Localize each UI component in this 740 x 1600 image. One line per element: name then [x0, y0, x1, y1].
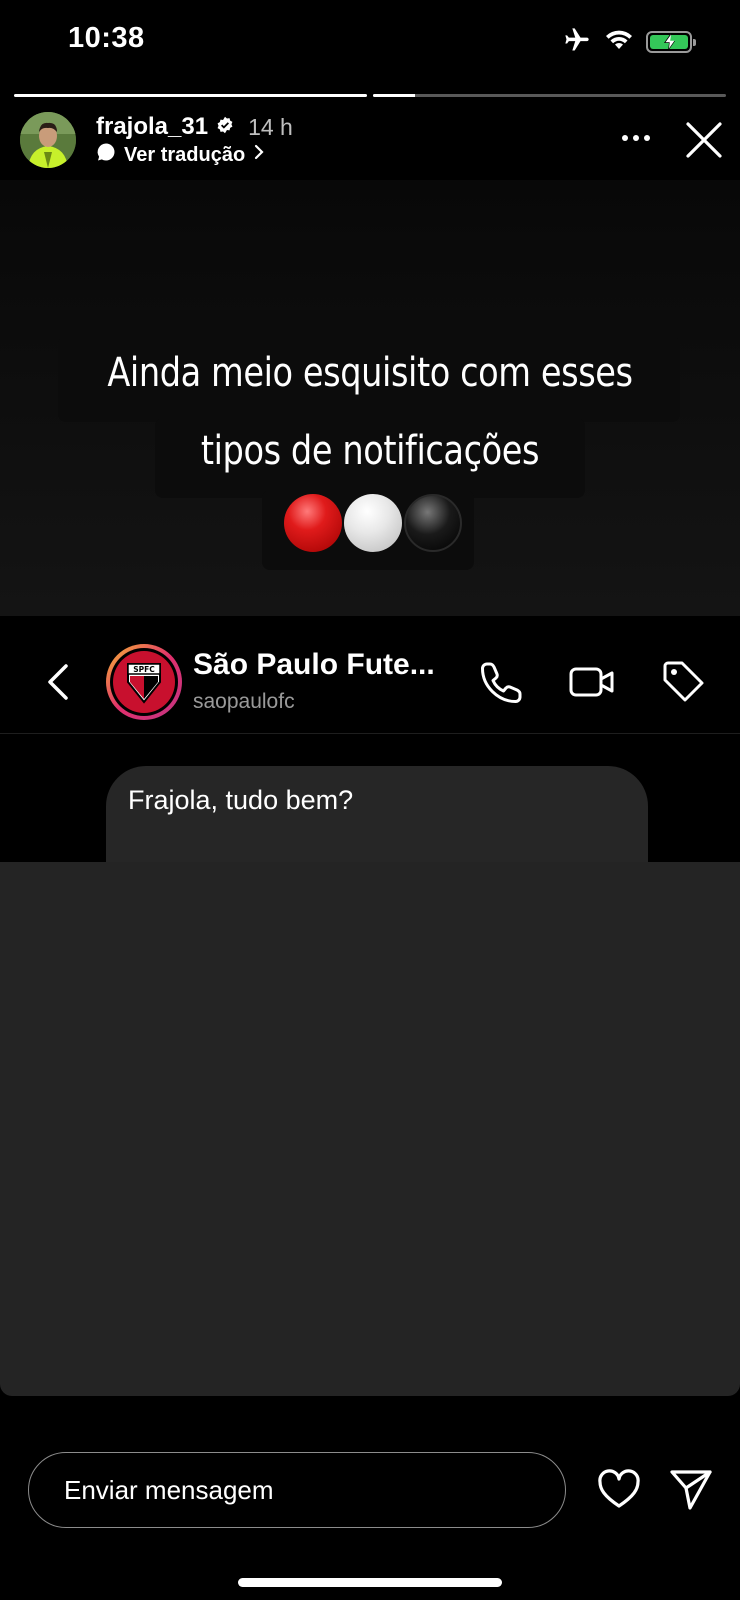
crest-text: SPFC: [133, 665, 155, 674]
emoji-row: [284, 494, 462, 552]
story-progress: [14, 94, 726, 97]
story-caption-line-1: Ainda meio esquisito com esses: [107, 350, 633, 396]
dm-contact-handle: saopaulofc: [193, 690, 295, 713]
heart-icon: [598, 1469, 640, 1508]
black-circle-emoji: [404, 494, 462, 552]
see-translation-label: Ver tradução: [124, 143, 246, 166]
more-dots-icon: [622, 135, 650, 141]
verified-badge-icon: [216, 116, 234, 139]
dm-message-text: Frajola, tudo bem?: [128, 785, 354, 815]
story-username[interactable]: frajola_31: [96, 113, 208, 141]
phone-icon: [478, 658, 526, 706]
like-button[interactable]: [596, 1466, 642, 1512]
progress-segment: [373, 94, 726, 97]
airplane-icon: [562, 26, 592, 59]
story-image-lower: [0, 862, 740, 1396]
translate-bubble-icon: [96, 142, 116, 168]
more-options-button[interactable]: [618, 120, 654, 156]
send-icon: [670, 1470, 712, 1510]
home-indicator: [238, 1578, 502, 1587]
progress-segment: [14, 94, 367, 97]
red-circle-emoji: [284, 494, 342, 552]
chevron-right-icon: [253, 143, 265, 167]
status-icons: [562, 26, 696, 59]
dm-message-bubble: [106, 766, 648, 876]
video-camera-icon: [568, 658, 616, 706]
tag-icon: [660, 658, 708, 706]
close-icon: [686, 122, 722, 158]
close-button[interactable]: [682, 118, 726, 162]
white-circle-emoji: [344, 494, 402, 552]
story-caption-line-2: tipos de notificações: [200, 428, 540, 474]
wifi-icon: [604, 28, 634, 57]
status-time: 10:38: [68, 22, 145, 54]
spfc-crest-icon: SPFC: [113, 651, 175, 713]
reply-message-input[interactable]: Enviar mensagem: [28, 1452, 566, 1528]
send-button[interactable]: [668, 1466, 714, 1512]
story-avatar[interactable]: [20, 112, 76, 168]
story-time-ago: 14 h: [248, 113, 293, 140]
reply-placeholder: Enviar mensagem: [64, 1474, 274, 1505]
dm-back-icon: [44, 662, 74, 702]
see-translation-link[interactable]: Ver tradução: [96, 142, 265, 168]
battery-charging-icon: [646, 31, 696, 53]
dm-avatar: SPFC: [106, 644, 182, 720]
story-user-row: frajola_31 14 h: [96, 112, 293, 142]
dm-contact-name: São Paulo Fute...: [193, 648, 435, 681]
